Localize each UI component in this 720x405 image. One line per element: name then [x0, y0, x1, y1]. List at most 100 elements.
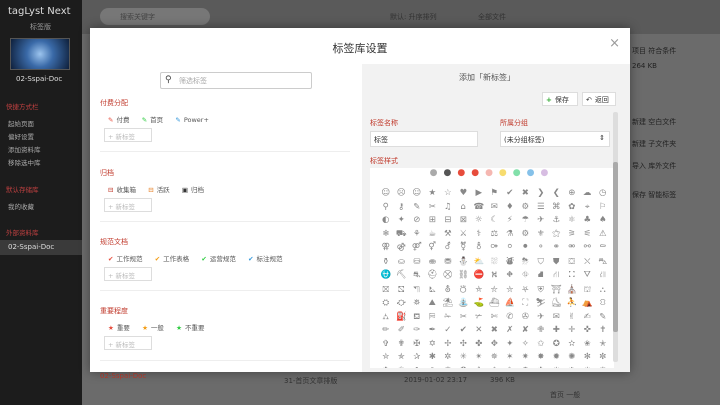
icon-option[interactable]: ⚤ [409, 242, 425, 256]
icon-option[interactable]: ✈ [533, 215, 549, 229]
icon-option[interactable]: ⛴ [487, 298, 503, 312]
icon-option[interactable]: ⛜ [595, 270, 611, 284]
color-swatch[interactable]: ● [499, 168, 513, 178]
icon-option[interactable]: ✛ [564, 325, 580, 339]
icon-option[interactable]: ⚩ [487, 242, 503, 256]
tag-item[interactable]: ✎ Power+ [175, 116, 209, 124]
icon-option[interactable]: ⛘ [533, 270, 549, 284]
icon-option[interactable]: ☼ [471, 215, 487, 229]
icon-option[interactable]: ✚ [549, 325, 565, 339]
icon-option[interactable]: ♣ [580, 215, 596, 229]
icon-option[interactable]: ⚡ [502, 215, 518, 229]
icon-option[interactable]: ✂ [425, 202, 441, 216]
icon-option[interactable]: ✺ [564, 352, 580, 366]
icon-option[interactable]: ⛷ [533, 298, 549, 312]
icon-option[interactable]: ⚗ [502, 229, 518, 243]
icon-option[interactable]: ✯ [394, 352, 410, 366]
icon-option[interactable]: ✟ [394, 339, 410, 353]
icon-option[interactable]: ⛓ [456, 270, 472, 284]
icon-option[interactable]: ✕ [471, 325, 487, 339]
tag-name-input[interactable]: 标签 [370, 131, 478, 147]
group-select[interactable]: (未分组标签) ⇕ [500, 131, 610, 147]
icon-option[interactable]: ⚖ [487, 229, 503, 243]
icon-option[interactable]: ✿ [409, 366, 425, 369]
icon-option[interactable]: ⚯ [580, 242, 596, 256]
scrollbar[interactable] [613, 112, 618, 362]
color-swatch[interactable]: ● [443, 168, 457, 178]
sidebar-item-favorites[interactable]: 我的收藏 [8, 201, 34, 211]
color-swatch[interactable]: ● [541, 168, 555, 178]
tag-item[interactable]: ✎ 付费 [108, 114, 129, 124]
icon-option[interactable]: ✠ [409, 339, 425, 353]
icon-option[interactable]: ❅ [502, 366, 518, 369]
icon-option[interactable]: ⛝ [378, 285, 394, 299]
icon-option[interactable]: ⛪ [564, 285, 580, 299]
icon-option[interactable]: ✖ [518, 188, 534, 202]
icon-option[interactable]: ⛳ [471, 298, 487, 312]
icon-option[interactable]: ✎ [595, 312, 611, 326]
save-smart-tag-button[interactable]: 保存 智能标签 [632, 190, 676, 200]
icon-option[interactable]: ⚦ [440, 242, 456, 256]
icon-option[interactable]: ✙ [533, 325, 549, 339]
sort-dropdown[interactable]: 默认: 升序排列 [390, 12, 437, 22]
tag-item[interactable]: ✔ 运营规范 [201, 253, 235, 263]
icon-option[interactable]: ⚱ [378, 257, 394, 271]
icon-option[interactable]: ⛶ [518, 298, 534, 312]
icon-option[interactable]: ❂ [456, 366, 472, 369]
icon-option[interactable]: ⚮ [564, 242, 580, 256]
icon-option[interactable]: ⌖ [580, 202, 596, 216]
tag-item[interactable]: ★ 不重要 [176, 322, 204, 332]
icon-option[interactable]: ✉ [549, 312, 565, 326]
icon-option[interactable]: ⛱ [440, 298, 456, 312]
icon-option[interactable]: ⛽ [394, 312, 410, 326]
icon-option[interactable]: ✦ [502, 339, 518, 353]
library-cover-image[interactable] [10, 38, 70, 70]
icon-option[interactable]: ⛇ [502, 256, 518, 270]
icon-option[interactable]: ✂ [456, 312, 472, 326]
icon-option[interactable]: ✆ [502, 312, 518, 326]
icon-option[interactable]: ⚙ [518, 202, 534, 216]
icon-option[interactable]: ✍ [580, 312, 596, 326]
icon-option[interactable]: ⛔ [471, 270, 487, 284]
filter-dropdown[interactable]: 全部文件 [478, 12, 506, 22]
icon-option[interactable]: ✔ [502, 188, 518, 202]
icon-option[interactable]: ✵ [487, 352, 503, 366]
icon-option[interactable]: ✲ [440, 352, 456, 366]
icon-option[interactable]: ❄ [487, 366, 503, 369]
icon-option[interactable]: ✫ [564, 339, 580, 353]
tag-item[interactable]: ✔ 工作表格 [155, 253, 189, 263]
icon-option[interactable]: ⌂ [456, 202, 472, 216]
icon-option[interactable]: ♫ [440, 202, 456, 216]
tag-item[interactable]: ★ 一般 [142, 322, 164, 332]
icon-option[interactable]: ❇ [533, 366, 549, 369]
icon-option[interactable]: ✾ [394, 366, 410, 369]
icon-option[interactable]: ❊ [580, 366, 596, 369]
icon-option[interactable]: ⛨ [533, 285, 549, 299]
icon-option[interactable]: ☆ [440, 188, 456, 202]
icon-option[interactable]: ❯ [533, 188, 549, 202]
icon-option[interactable]: ☂ [518, 215, 534, 229]
icon-option[interactable]: ✱ [425, 352, 441, 366]
back-button[interactable]: ↶ 返回 [582, 92, 616, 106]
tag-item[interactable]: ✎ 首页 [142, 114, 163, 124]
icon-option[interactable]: ⛆ [487, 257, 503, 271]
filter-tags-input[interactable]: ⚲ 筛选标签 [160, 72, 312, 89]
icon-option[interactable]: ✝ [595, 325, 611, 339]
sidebar-item-selected-library[interactable]: 02-Sspai-Doc [0, 240, 82, 255]
icon-option[interactable]: ⛁ [409, 257, 425, 271]
icon-option[interactable]: ⛀ [394, 257, 410, 271]
icon-option[interactable]: ✉ [487, 202, 503, 216]
tag-item[interactable]: ✔ 标注规范 [248, 253, 282, 263]
icon-option[interactable]: ☺ [378, 188, 394, 202]
tag-item[interactable]: ★ 重要 [108, 322, 130, 332]
icon-option[interactable]: ⚜ [533, 229, 549, 243]
icon-option[interactable]: ☎ [471, 202, 487, 216]
icon-option[interactable]: ✤ [471, 339, 487, 353]
icon-option[interactable]: ✎ [409, 202, 425, 216]
icon-option[interactable]: ✶ [502, 352, 518, 366]
icon-option[interactable]: ⛼ [378, 312, 394, 326]
import-file-button[interactable]: 导入 库外文件 [632, 161, 676, 171]
icon-option[interactable]: ⛖ [502, 270, 518, 284]
icon-option[interactable]: ❉ [564, 366, 580, 369]
icon-option[interactable]: ❀ [425, 366, 441, 369]
